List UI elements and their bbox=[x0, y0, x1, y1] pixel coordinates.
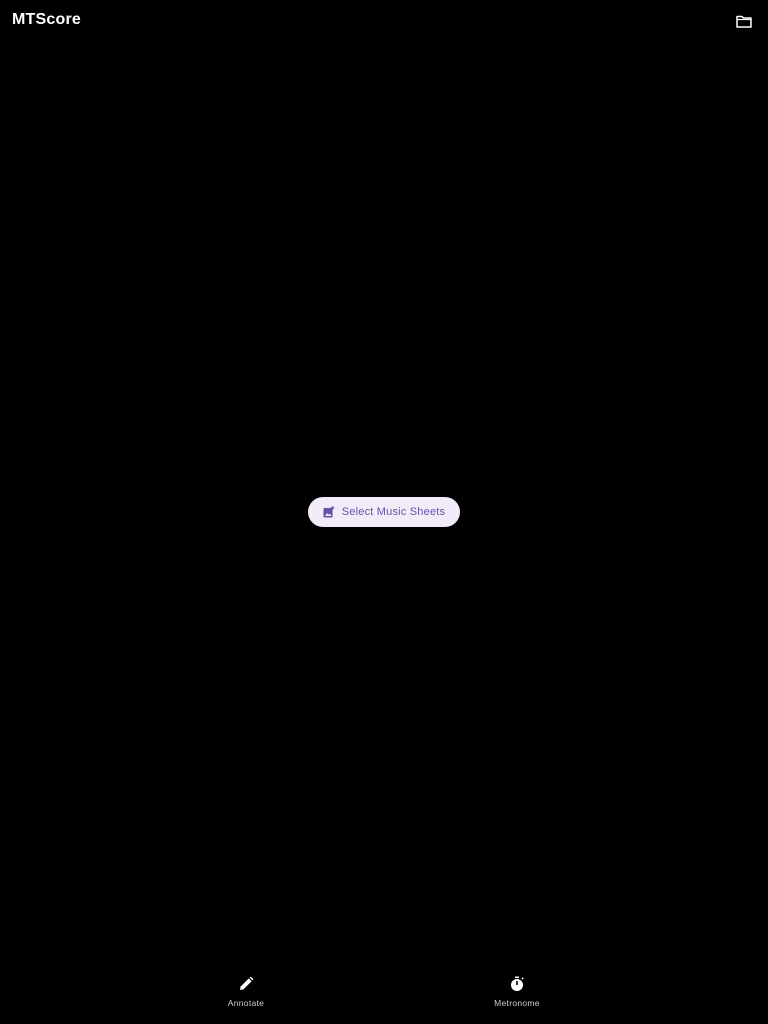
select-music-sheets-label: Select Music Sheets bbox=[341, 506, 446, 518]
open-folder-button[interactable] bbox=[730, 8, 758, 34]
nav-item-annotate[interactable]: Annotate bbox=[201, 974, 291, 1016]
app-screen: MTScore Select Music Sheets Annotate Met… bbox=[0, 0, 768, 1024]
app-bar: MTScore bbox=[0, 0, 768, 42]
select-music-sheets-button[interactable]: Select Music Sheets bbox=[308, 497, 460, 527]
bottom-navigation: Annotate Metronome bbox=[0, 962, 768, 1024]
nav-label-metronome: Metronome bbox=[494, 998, 540, 1008]
main-content: Select Music Sheets bbox=[0, 42, 768, 962]
app-title: MTScore bbox=[12, 11, 81, 28]
pencil-icon bbox=[236, 974, 256, 994]
add-photo-icon bbox=[323, 506, 334, 518]
stopwatch-icon bbox=[507, 974, 527, 994]
nav-label-annotate: Annotate bbox=[227, 998, 265, 1008]
nav-item-metronome[interactable]: Metronome bbox=[472, 974, 562, 1016]
folder-icon bbox=[736, 15, 752, 28]
